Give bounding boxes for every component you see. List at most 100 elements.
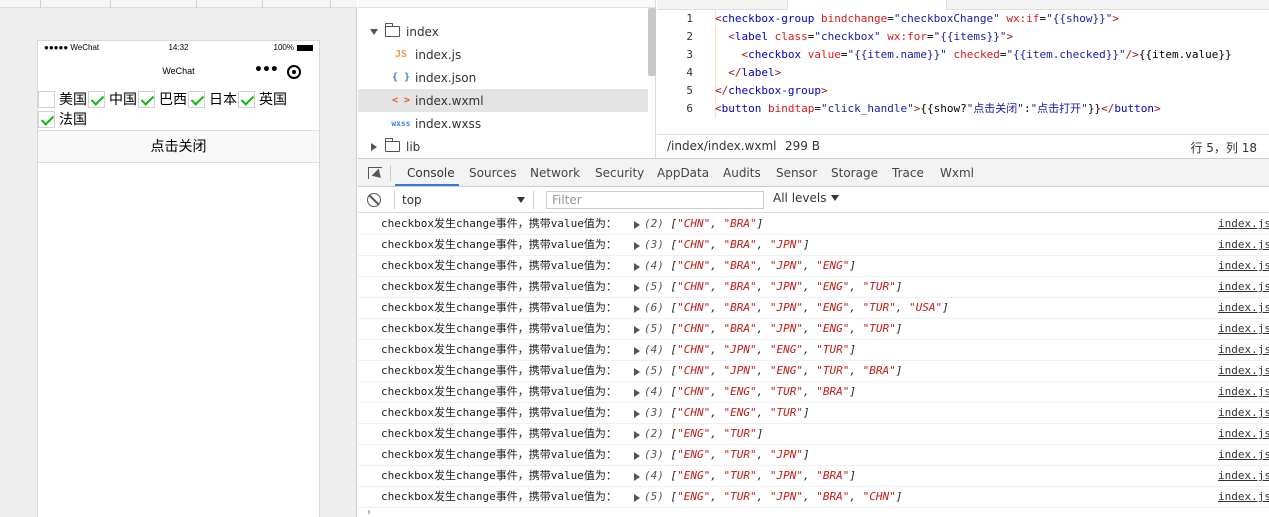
log-source-link[interactable]: index.js	[1218, 382, 1269, 402]
tree-file-index-wxml[interactable]: < > index.wxml	[358, 89, 648, 112]
checkbox-checked[interactable]	[188, 90, 205, 108]
clear-console-icon[interactable]	[367, 193, 381, 207]
tab-sources[interactable]: Sources	[469, 166, 516, 180]
context-value: top	[402, 193, 422, 207]
checkbox-item[interactable]: 巴西	[138, 89, 187, 109]
log-array-value[interactable]: (4) ["CHN", "JPN", "ENG", "TUR"]	[644, 340, 856, 360]
log-source-link[interactable]: index.js	[1218, 214, 1269, 234]
tree-file-index-wxss[interactable]: wxss index.wxss	[358, 112, 648, 135]
checkbox-checked[interactable]	[238, 90, 255, 108]
checkbox-checked[interactable]	[88, 90, 105, 108]
expand-arrow-icon[interactable]	[634, 389, 640, 397]
log-levels-dropdown[interactable]: All levels	[773, 191, 840, 205]
array-item: CHN	[683, 343, 704, 356]
tree-folder-lib[interactable]: lib	[358, 135, 648, 158]
log-array-value[interactable]: (5) ["CHN", "BRA", "JPN", "ENG", "TUR"]	[644, 277, 902, 297]
tree-folder-index[interactable]: index	[358, 20, 648, 43]
checkbox-item[interactable]: 法国	[38, 109, 87, 129]
tree-file-index-js[interactable]: JS index.js	[358, 43, 648, 66]
log-array-value[interactable]: (5) ["CHN", "BRA", "JPN", "ENG", "TUR"]	[644, 319, 902, 339]
checkbox-item[interactable]: 中国	[88, 89, 137, 109]
expand-arrow-icon[interactable]	[634, 284, 640, 292]
more-menu-icon[interactable]: •••	[254, 62, 279, 78]
log-array-value[interactable]: (2) ["CHN", "BRA"]	[644, 214, 763, 234]
code-line[interactable]: 4 </label>	[657, 64, 1269, 82]
tab-storage[interactable]: Storage	[831, 166, 878, 180]
code-line[interactable]: 1 <checkbox-group bindchange="checkboxCha…	[657, 10, 1269, 28]
expand-arrow-icon[interactable]	[634, 347, 640, 355]
log-source-link[interactable]: index.js	[1218, 466, 1269, 486]
expand-arrow-icon[interactable]	[634, 452, 640, 460]
context-selector[interactable]: top	[394, 191, 534, 209]
log-array-value[interactable]: (3) ["ENG", "TUR", "JPN"]	[644, 445, 810, 465]
inspect-element-icon[interactable]	[368, 167, 382, 179]
expand-arrow-icon[interactable]	[634, 410, 640, 418]
toggle-button[interactable]: 点击关闭	[38, 130, 319, 163]
tab-network[interactable]: Network	[530, 166, 580, 180]
code-editor[interactable]: 1 <checkbox-group bindchange="checkboxCha…	[657, 0, 1269, 158]
log-array-value[interactable]: (3) ["CHN", "ENG", "TUR"]	[644, 403, 810, 423]
array-item: CHN	[683, 280, 704, 293]
editor-tab-active[interactable]	[787, 0, 947, 10]
log-source-link[interactable]: index.js	[1218, 403, 1269, 423]
code-line[interactable]: 5 </checkbox-group>	[657, 82, 1269, 100]
log-array-value[interactable]: (4) ["CHN", "ENG", "TUR", "BRA"]	[644, 382, 856, 402]
log-array-value[interactable]: (2) ["ENG", "TUR"]	[644, 424, 763, 444]
array-item: TUR	[730, 448, 750, 461]
expand-arrow-icon[interactable]	[634, 431, 640, 439]
log-source-link[interactable]: index.js	[1218, 319, 1269, 339]
log-array-value[interactable]: (5) ["CHN", "JPN", "ENG", "TUR", "BRA"]	[644, 361, 902, 381]
array-length: (2)	[644, 217, 664, 230]
checkbox-item[interactable]: 日本	[188, 89, 237, 109]
checkbox-item[interactable]: 英国	[238, 89, 287, 109]
log-array-value[interactable]: (6) ["CHN", "BRA", "JPN", "ENG", "TUR", …	[644, 298, 949, 318]
console-prompt[interactable]: ›	[358, 507, 1269, 517]
expand-arrow-icon[interactable]	[634, 221, 640, 229]
tab-wxml[interactable]: Wxml	[940, 166, 974, 180]
checkbox-checked[interactable]	[138, 90, 155, 108]
tree-item-label: index.json	[415, 70, 477, 85]
filter-input[interactable]	[546, 191, 764, 209]
log-levels-label: All levels	[773, 191, 827, 205]
checkbox-item[interactable]: 美国	[38, 89, 87, 109]
explorer-scrollbar[interactable]	[648, 8, 656, 76]
tab-security[interactable]: Security	[595, 166, 644, 180]
log-source-link[interactable]: index.js	[1218, 340, 1269, 360]
console-log-row: checkbox发生change事件，携带value值为： (5) ["CHN",…	[358, 277, 1269, 298]
tab-trace[interactable]: Trace	[892, 166, 924, 180]
log-array-value[interactable]: (4) ["CHN", "BRA", "JPN", "ENG"]	[644, 256, 856, 276]
expand-arrow-icon[interactable]	[634, 494, 640, 502]
log-array-value[interactable]: (4) ["ENG", "TUR", "JPN", "BRA"]	[644, 466, 856, 486]
log-source-link[interactable]: index.js	[1218, 487, 1269, 507]
code-line[interactable]: 2 <label class="checkbox" wx:for="{{item…	[657, 28, 1269, 46]
tab-appdata[interactable]: AppData	[657, 166, 709, 180]
log-array-value[interactable]: (3) ["CHN", "BRA", "JPN"]	[644, 235, 810, 255]
line-number: 4	[686, 66, 693, 79]
tab-audits[interactable]: Audits	[723, 166, 761, 180]
log-source-link[interactable]: index.js	[1218, 298, 1269, 318]
expand-arrow-icon[interactable]	[634, 473, 640, 481]
array-item: ENG	[730, 406, 750, 419]
checkbox-unchecked[interactable]	[38, 90, 55, 108]
close-capsule-icon[interactable]	[287, 65, 301, 79]
log-source-link[interactable]: index.js	[1218, 424, 1269, 444]
log-source-link[interactable]: index.js	[1218, 445, 1269, 465]
expand-arrow-icon[interactable]	[634, 242, 640, 250]
log-array-value[interactable]: (5) ["ENG", "TUR", "JPN", "BRA", "CHN"]	[644, 487, 902, 507]
expand-arrow-icon[interactable]	[634, 305, 640, 313]
log-source-link[interactable]: index.js	[1218, 235, 1269, 255]
log-source-link[interactable]: index.js	[1218, 361, 1269, 381]
code-line[interactable]: 6 <button bindtap="click_handle">{{show?"…	[657, 100, 1269, 118]
code-line[interactable]: 3 <checkbox value="{{item.name}}" checke…	[657, 46, 1269, 64]
array-item: CHN	[683, 259, 704, 272]
log-source-link[interactable]: index.js	[1218, 277, 1269, 297]
expand-arrow-icon[interactable]	[634, 263, 640, 271]
checkbox-checked[interactable]	[38, 110, 55, 128]
tab-console[interactable]: Console	[407, 166, 455, 180]
code-text: </label>	[728, 66, 782, 79]
log-source-link[interactable]: index.js	[1218, 256, 1269, 276]
tab-sensor[interactable]: Sensor	[776, 166, 817, 180]
expand-arrow-icon[interactable]	[634, 326, 640, 334]
expand-arrow-icon[interactable]	[634, 368, 640, 376]
tree-file-index-json[interactable]: { } index.json	[358, 66, 648, 89]
